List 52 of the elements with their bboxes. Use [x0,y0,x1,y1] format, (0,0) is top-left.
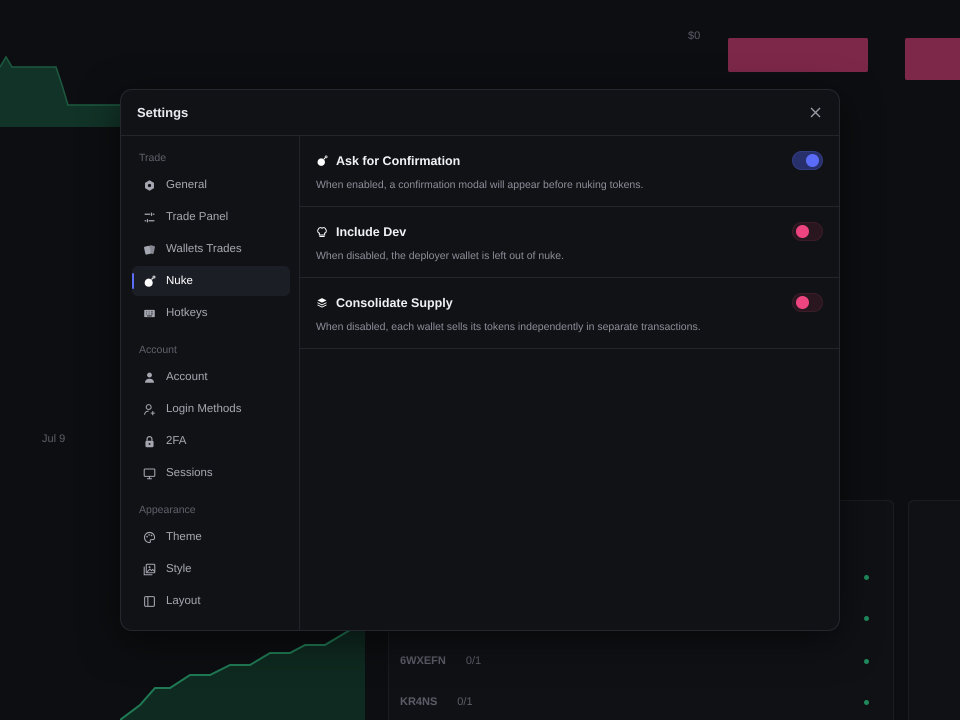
dialog-title: Settings [137,105,188,120]
hexagon-icon [143,178,156,192]
sidebar-item[interactable]: Style [132,554,290,584]
sidebar-item[interactable]: Wallets Trades [132,234,290,264]
sidebar-item[interactable]: Layout [132,586,290,616]
sidebar-item[interactable]: Theme [132,522,290,552]
setting-title: Include Dev [336,224,406,238]
sidebar-item[interactable]: Login Methods [132,394,290,424]
status-dot [864,616,869,621]
date-label: Jul 9 [42,433,66,445]
cards-icon [143,242,156,256]
sidebar-item[interactable]: Nuke [132,266,290,296]
toggle-switch[interactable] [792,222,823,241]
setting-description: When enabled, a confirmation modal will appear before nuking tokens. [316,179,644,191]
sidebar-item[interactable]: 2FA [132,426,290,456]
section-label: Appearance [138,503,197,518]
wallet-label: KR4NS [400,696,438,708]
count-label: 0/1 [457,696,473,708]
lock-icon [143,434,156,448]
bomb-icon [316,154,328,166]
setting-description: When disabled, the deployer wallet is left out of nuke. [316,250,566,262]
user-plus-icon [143,402,156,416]
setting-title: Ask for Confirmation [336,154,460,168]
bomb-icon [143,274,156,288]
images-icon [143,562,156,576]
close-button[interactable] [808,105,823,120]
sidebar-item[interactable]: General [132,170,290,200]
status-dot [864,659,869,664]
status-dot [864,700,869,705]
toggle-switch[interactable] [792,151,823,170]
monitor-icon [143,466,156,480]
count-label: 0/1 [466,655,482,667]
price-label: $0 [688,30,700,42]
section-label: Trade [138,151,168,166]
setting-title: Consolidate Supply [336,296,453,310]
setting-description: When disabled, each wallet sells its tokens independently in separate transactions. [316,321,702,333]
layout-icon [143,594,156,608]
close-icon [810,107,821,118]
section-label: Account [138,343,178,358]
sidebar-item[interactable]: Trade Panel [132,202,290,232]
chef-hat-icon [316,226,328,238]
sliders-icon [143,210,156,224]
volume-bar [905,38,960,80]
layers-icon [316,296,328,308]
user-icon [143,370,156,384]
sidebar-item[interactable]: Hotkeys [132,298,290,328]
sidebar-item[interactable]: Account [132,362,290,392]
toggle-switch[interactable] [792,293,823,312]
wallet-label: 6WXEFN [400,655,446,667]
palette-icon [143,530,156,544]
sidebar-item[interactable]: Sessions [132,458,290,488]
status-dot [864,575,869,580]
